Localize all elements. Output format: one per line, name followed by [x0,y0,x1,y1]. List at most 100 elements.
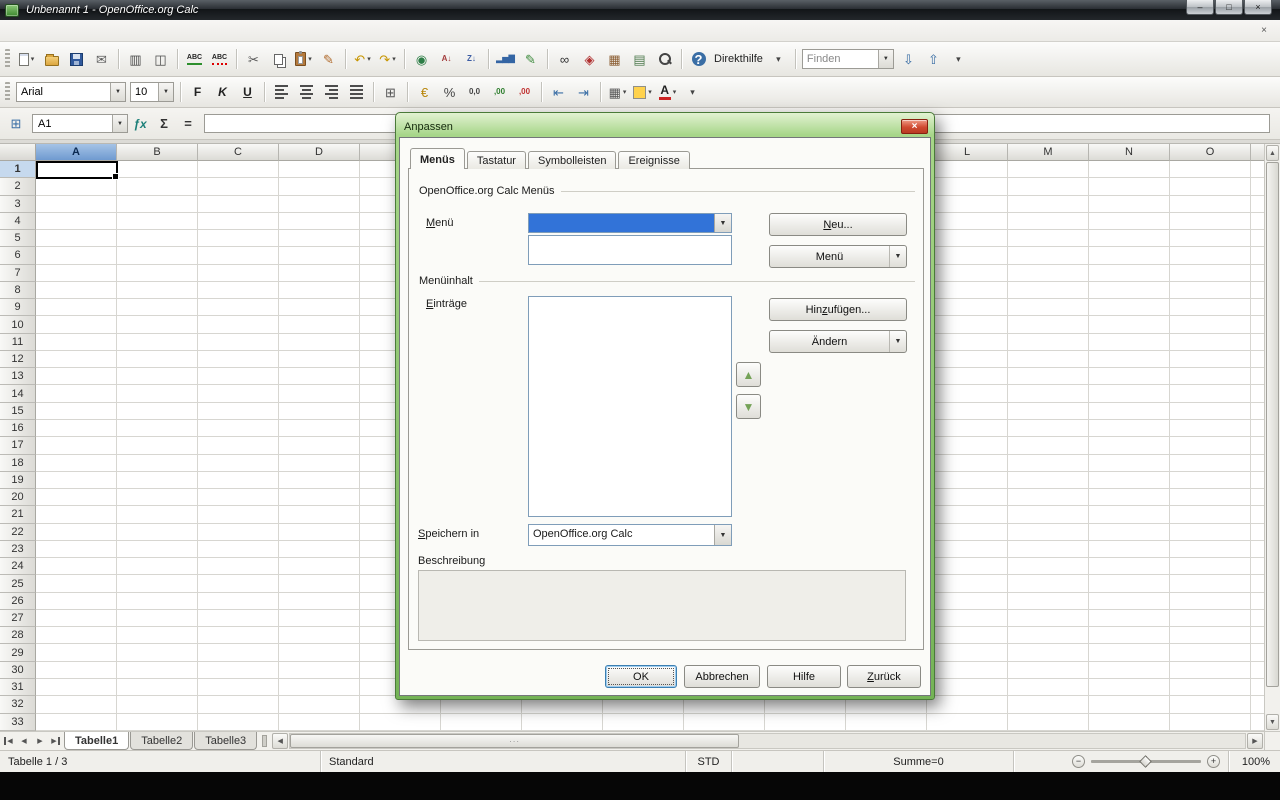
cell-C27[interactable] [198,610,279,627]
tab-scrollbar-splitter[interactable] [262,735,267,747]
cell-B6[interactable] [117,247,198,264]
cell-C31[interactable] [198,679,279,696]
cell-A31[interactable] [36,679,117,696]
cell-O20[interactable] [1170,489,1251,506]
cell-O7[interactable] [1170,265,1251,282]
cell-L27[interactable] [927,610,1008,627]
cell-M15[interactable] [1008,403,1089,420]
menu-combobox[interactable]: ▼ [528,213,732,233]
cell-P30[interactable] [1251,662,1264,679]
cell-P21[interactable] [1251,506,1264,523]
cell-L20[interactable] [927,489,1008,506]
cell-B2[interactable] [117,178,198,195]
cell-O22[interactable] [1170,524,1251,541]
cell-N5[interactable] [1089,230,1170,247]
cell-M32[interactable] [1008,696,1089,713]
cell-N9[interactable] [1089,299,1170,316]
cell-N13[interactable] [1089,368,1170,385]
cell-C20[interactable] [198,489,279,506]
cell-N2[interactable] [1089,178,1170,195]
cell-C30[interactable] [198,662,279,679]
cell-M29[interactable] [1008,644,1089,661]
cell-D5[interactable] [279,230,360,247]
print-icon[interactable]: ▥ [124,48,147,71]
cell-O10[interactable] [1170,316,1251,333]
zoom-in-icon[interactable]: + [1207,755,1220,768]
cell-M20[interactable] [1008,489,1089,506]
cell-A22[interactable] [36,524,117,541]
cell-O28[interactable] [1170,627,1251,644]
cell-M8[interactable] [1008,282,1089,299]
sheet-tab-tabelle3[interactable]: Tabelle3 [194,732,257,750]
row-header-27[interactable]: 27 [0,610,36,627]
cell-P1[interactable] [1251,161,1264,178]
cell-O16[interactable] [1170,420,1251,437]
name-box-dropdown-icon[interactable]: ▼ [112,115,127,132]
column-header-C[interactable]: C [198,144,279,161]
cell-O11[interactable] [1170,334,1251,351]
cell-E33[interactable] [360,714,441,731]
font-size-box-dropdown-icon[interactable]: ▼ [158,83,173,101]
cell-M6[interactable] [1008,247,1089,264]
cell-P14[interactable] [1251,385,1264,402]
cell-N12[interactable] [1089,351,1170,368]
cell-A19[interactable] [36,472,117,489]
row-header-15[interactable]: 15 [0,403,36,420]
cell-O15[interactable] [1170,403,1251,420]
column-header-A[interactable]: A [36,144,117,161]
cell-L24[interactable] [927,558,1008,575]
cell-J33[interactable] [765,714,846,731]
sort-descending-icon[interactable]: Z↓ [460,48,483,71]
cell-B12[interactable] [117,351,198,368]
back-button[interactable]: Zurück [847,665,921,688]
cell-C16[interactable] [198,420,279,437]
new-document-icon[interactable]: ▾ [15,48,38,71]
cell-M18[interactable] [1008,455,1089,472]
cell-M31[interactable] [1008,679,1089,696]
cell-B11[interactable] [117,334,198,351]
cell-M11[interactable] [1008,334,1089,351]
menu-combobox-dropdown-icon[interactable]: ▼ [714,214,731,232]
cell-M25[interactable] [1008,575,1089,592]
cell-P6[interactable] [1251,247,1264,264]
page-style[interactable]: Standard [320,751,685,772]
row-header-32[interactable]: 32 [0,696,36,713]
document-close-icon[interactable]: × [1256,24,1272,38]
move-up-icon[interactable]: ▲ [736,362,761,387]
cell-D18[interactable] [279,455,360,472]
save-in-dropdown-icon[interactable]: ▼ [714,525,731,545]
column-header-D[interactable]: D [279,144,360,161]
cell-D30[interactable] [279,662,360,679]
cell-M30[interactable] [1008,662,1089,679]
cell-A33[interactable] [36,714,117,731]
cell-A17[interactable] [36,437,117,454]
cell-N17[interactable] [1089,437,1170,454]
cell-P25[interactable] [1251,575,1264,592]
cell-O27[interactable] [1170,610,1251,627]
cell-B9[interactable] [117,299,198,316]
sum-icon[interactable]: Σ [152,113,176,135]
cell-D8[interactable] [279,282,360,299]
cell-D19[interactable] [279,472,360,489]
cell-D6[interactable] [279,247,360,264]
cell-D14[interactable] [279,385,360,402]
cell-A21[interactable] [36,506,117,523]
cell-N33[interactable] [1089,714,1170,731]
cell-M27[interactable] [1008,610,1089,627]
cell-P8[interactable] [1251,282,1264,299]
cell-O1[interactable] [1170,161,1251,178]
cell-M33[interactable] [1008,714,1089,731]
cell-N3[interactable] [1089,196,1170,213]
cell-O19[interactable] [1170,472,1251,489]
cell-L13[interactable] [927,368,1008,385]
row-header-4[interactable]: 4 [0,213,36,230]
cell-B28[interactable] [117,627,198,644]
move-down-icon[interactable]: ▼ [736,394,761,419]
font-size-box-value[interactable]: 10 [131,83,158,101]
horizontal-scroll-track[interactable]: ··· [289,733,1246,749]
cell-O3[interactable] [1170,196,1251,213]
cell-L19[interactable] [927,472,1008,489]
row-header-12[interactable]: 12 [0,351,36,368]
cell-N28[interactable] [1089,627,1170,644]
last-sheet-icon[interactable]: ▶ [48,732,64,750]
